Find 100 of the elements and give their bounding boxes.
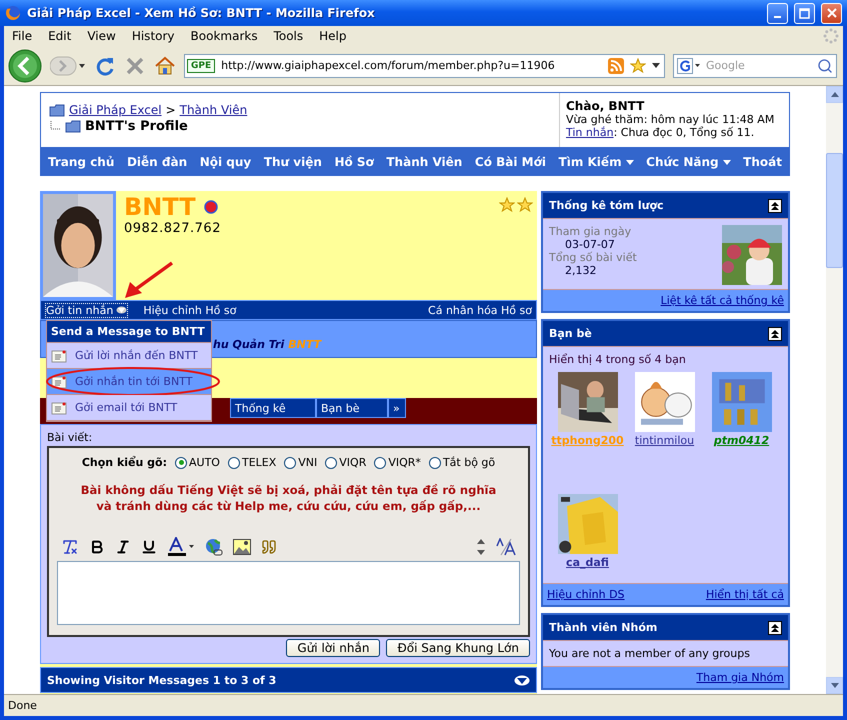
radio-option[interactable]: TELEX xyxy=(228,456,276,469)
nav-link[interactable]: Nội quy xyxy=(200,155,252,169)
nav-link[interactable]: Thư viện xyxy=(264,155,322,169)
breadcrumb-link[interactable]: Giải Pháp Excel xyxy=(69,103,162,117)
image-icon[interactable] xyxy=(233,539,251,555)
collapse-icon[interactable] xyxy=(768,620,782,634)
italic-icon[interactable] xyxy=(115,539,131,555)
menu-item[interactable]: History xyxy=(124,29,183,43)
warning-text: và tránh dùng các từ Help me, cứu cứu, cứu em, gấp gấp,... xyxy=(96,499,481,513)
field-label: Bài viết: xyxy=(47,431,94,444)
folder-icon xyxy=(49,104,65,116)
nav-link[interactable]: Thành Viên xyxy=(386,155,462,169)
radio-option[interactable]: AUTO xyxy=(175,456,220,469)
radio-option[interactable]: VIQR* xyxy=(374,456,421,469)
usergroup-name: BNTT xyxy=(288,338,322,351)
maximize-icon xyxy=(799,8,810,18)
address-bar[interactable]: GPE http://www.giaiphapexcel.com/forum/member.php?u=11906 xyxy=(184,54,665,78)
greeting: Chào, BNTT xyxy=(566,99,646,113)
collapse-icon[interactable] xyxy=(768,326,782,340)
underline-icon[interactable] xyxy=(141,539,157,555)
menu-item[interactable]: Help xyxy=(311,29,354,43)
minimize-button[interactable] xyxy=(767,2,788,24)
panel-title: Thống kê tóm lược xyxy=(549,199,664,212)
nav-link[interactable]: Có Bài Mới xyxy=(474,155,546,169)
status-text: Done xyxy=(8,699,37,712)
send-button[interactable]: Gửi lời nhắn xyxy=(286,639,380,657)
menu-item[interactable]: Tools xyxy=(266,29,312,43)
friends-summary: Hiển thị 4 trong số 4 bạn xyxy=(549,353,686,366)
envelope-icon xyxy=(51,374,67,388)
nav-link[interactable]: Tìm Kiếm xyxy=(558,155,634,169)
profile-tab[interactable]: Thống kê xyxy=(230,398,316,418)
search-engine-icon[interactable] xyxy=(677,58,701,74)
star-icon xyxy=(630,58,646,74)
friend-link[interactable]: ca_dafi xyxy=(566,556,609,569)
maximize-button[interactable] xyxy=(794,2,815,24)
warning-text: Bài không dấu Tiếng Việt sẽ bị xoá, phải đặt tên tựa đề rõ nghĩa xyxy=(80,483,496,497)
stat-value: 2,132 xyxy=(564,264,598,277)
stat-label: Tham gia ngày xyxy=(549,225,632,238)
scroll-up-button[interactable] xyxy=(826,86,843,103)
menu-item[interactable]: View xyxy=(79,29,124,43)
close-icon xyxy=(826,8,836,18)
home-button[interactable] xyxy=(154,54,176,76)
quote-icon[interactable] xyxy=(261,539,277,555)
scrollbar-thumb[interactable] xyxy=(826,153,843,268)
profile-action-link[interactable]: Hiệu chỉnh Hồ sơ xyxy=(142,302,238,318)
annotation-arrow xyxy=(124,261,174,299)
customize-link[interactable]: Cá nhân hóa Hồ sơ xyxy=(428,304,532,316)
stat-label: Tổng số bài viết xyxy=(549,251,637,264)
breadcrumb-separator: > xyxy=(166,103,176,117)
search-icon[interactable] xyxy=(817,58,833,74)
radio-option[interactable]: VNI xyxy=(284,456,318,469)
page-title: BNTT's Profile xyxy=(85,119,188,134)
nav-link[interactable]: Chức Năng xyxy=(646,155,731,169)
profile-tab[interactable]: Bạn bè xyxy=(316,398,388,418)
radio-option[interactable]: VIQR xyxy=(325,456,366,469)
profile-tab[interactable]: » xyxy=(388,398,406,418)
menu-item[interactable]: Edit xyxy=(40,29,80,43)
groups-text: You are not a member of any groups xyxy=(549,647,750,660)
remove-format-icon[interactable] xyxy=(61,538,79,556)
tree-line-icon xyxy=(49,120,61,132)
arrow-up-icon xyxy=(830,92,838,97)
envelope-icon xyxy=(51,400,67,414)
scroll-down-button[interactable] xyxy=(826,677,843,694)
switch-mode-icon[interactable] xyxy=(496,538,516,556)
menu-item[interactable]: Gởi email tới BNTT xyxy=(47,395,211,421)
usergroup-title: hu Quản Tri xyxy=(213,338,284,351)
resize-icon[interactable] xyxy=(476,538,486,556)
nav-link[interactable]: Thoát xyxy=(743,155,782,169)
messages-link[interactable]: Tin nhắn xyxy=(566,126,614,139)
text-color-icon[interactable] xyxy=(167,537,195,557)
username: BNTT xyxy=(124,193,196,221)
message-input[interactable] xyxy=(57,561,520,625)
menu-item[interactable]: Bookmarks xyxy=(182,29,266,43)
nav-link[interactable]: Trang chủ xyxy=(48,155,114,169)
close-button[interactable] xyxy=(821,2,842,24)
nav-link[interactable]: Hồ Sơ xyxy=(334,155,374,169)
folder-icon xyxy=(65,120,81,133)
nav-link[interactable]: Diễn đàn xyxy=(126,155,188,169)
globe-icon[interactable] xyxy=(205,538,223,556)
radio-option[interactable]: Tắt bộ gõ xyxy=(428,456,496,469)
caret-icon xyxy=(626,160,634,164)
expand-editor-button[interactable]: Đổi Sang Khung Lớn xyxy=(386,639,530,657)
friend-link[interactable]: tintinmilou xyxy=(634,434,694,447)
back-button[interactable] xyxy=(8,48,42,82)
star-icon xyxy=(499,197,515,213)
collapse-icon[interactable] xyxy=(768,198,782,212)
search-field[interactable]: Google xyxy=(673,54,837,78)
panel-link[interactable]: Hiệu chỉnh DS xyxy=(547,588,625,601)
collapse-icon[interactable] xyxy=(514,674,530,686)
caret-icon xyxy=(116,306,128,314)
breadcrumb-link[interactable]: Thành Viên xyxy=(180,103,248,117)
minimize-icon xyxy=(774,16,781,18)
menu-item[interactable]: File xyxy=(4,29,40,43)
panel-title: Bạn bè xyxy=(549,327,592,340)
bold-icon[interactable] xyxy=(89,539,105,555)
browser-logo-icon xyxy=(5,5,21,21)
panel-link[interactable]: Hiển thị tất cả xyxy=(706,588,784,601)
messages-count: : Chưa đọc 0, Tổng số 11. xyxy=(614,126,754,139)
window-title: Giải Pháp Excel - Xem Hồ Sơ: BNTT - Mozilla Firefox xyxy=(27,6,376,20)
profile-action-link[interactable]: Gởi tin nhắn xyxy=(45,302,128,318)
